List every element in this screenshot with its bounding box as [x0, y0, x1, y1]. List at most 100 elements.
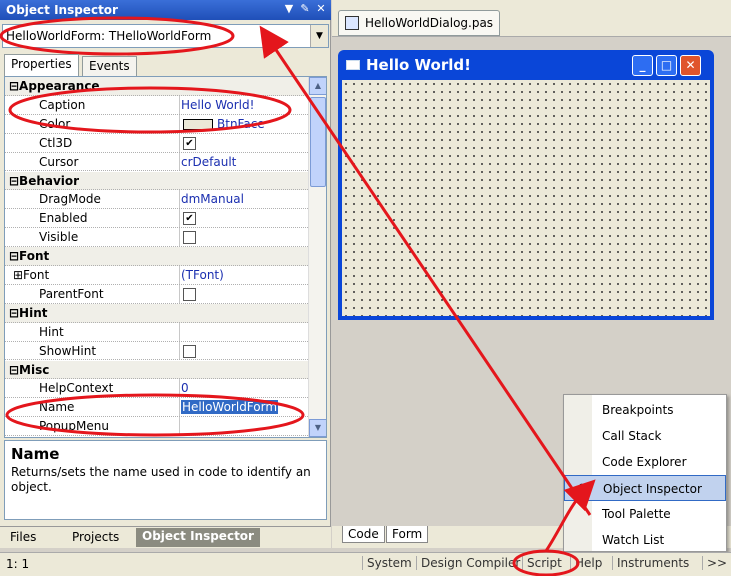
property-name: Enabled — [39, 211, 88, 226]
menu-item[interactable]: Tool Palette — [564, 501, 726, 527]
property-value[interactable]: Hello World! — [181, 98, 254, 112]
scroll-up-icon[interactable]: ▲ — [309, 77, 326, 95]
property-category[interactable]: ⊟Behavior — [5, 171, 308, 191]
chevron-down-icon[interactable]: ▼ — [310, 25, 328, 47]
menu-item[interactable]: Code Explorer — [564, 449, 726, 475]
menu-item-label: Tool Palette — [602, 507, 671, 521]
property-row[interactable]: Ctl3D ✔ — [5, 133, 308, 153]
column-divider — [179, 379, 180, 398]
property-name: PopupMenu — [39, 419, 109, 434]
column-divider — [179, 133, 180, 152]
property-row[interactable]: Enabled ✔ — [5, 209, 308, 229]
property-row[interactable]: Visible — [5, 228, 308, 248]
tab-files[interactable]: Files — [4, 529, 42, 545]
menu-item-label: Watch List — [602, 533, 665, 547]
file-tab[interactable]: HelloWorldDialog.pas — [338, 10, 501, 36]
property-name: Cursor — [39, 154, 79, 169]
property-row[interactable]: Cursor crDefault — [5, 152, 308, 172]
property-checkbox[interactable] — [183, 287, 196, 301]
column-divider — [179, 322, 180, 341]
category-label: ⊟Misc — [9, 362, 50, 377]
category-label: ⊟Font — [9, 249, 50, 264]
help-title: Name — [11, 445, 60, 463]
column-divider — [179, 190, 180, 209]
status-help-button[interactable]: Help — [570, 556, 606, 570]
pin-icon[interactable]: ✎ — [298, 2, 312, 16]
property-row[interactable]: Name HelloWorldForm — [5, 398, 308, 418]
property-name: Ctl3D — [39, 135, 73, 150]
property-row[interactable]: ParentFont — [5, 284, 308, 304]
property-name: Hint — [39, 324, 64, 339]
property-checkbox[interactable] — [183, 231, 196, 245]
property-row[interactable]: Caption Hello World! — [5, 95, 308, 115]
menu-item-label: Code Explorer — [602, 455, 687, 469]
scrollbar-thumb[interactable] — [310, 97, 326, 187]
tab-properties[interactable]: Properties — [4, 54, 79, 76]
component-selector[interactable]: HelloWorldForm: THelloWorldForm ▼ — [2, 24, 329, 48]
status-more-button[interactable]: >> — [702, 556, 731, 570]
column-divider — [179, 398, 180, 417]
minimize-icon[interactable]: _ — [632, 55, 653, 76]
tab-code[interactable]: Code — [342, 526, 385, 543]
status-system-button[interactable]: System — [362, 556, 416, 570]
column-divider — [179, 266, 180, 284]
status-bar: 1: 1 System Design Compiler Script Help … — [0, 552, 731, 576]
view-menu: Breakpoints Call Stack Code Explorer ✔ Objec… — [563, 394, 727, 552]
property-checkbox[interactable]: ✔ — [183, 136, 196, 150]
file-tab-label: HelloWorldDialog.pas — [365, 16, 494, 30]
category-label: ⊟Behavior — [9, 173, 80, 188]
property-category[interactable]: ⊟Misc — [5, 360, 308, 380]
property-grid: ⊟Appearance Caption Hello World! Color BtnFa… — [4, 76, 327, 438]
property-row[interactable]: Hint — [5, 322, 308, 342]
tab-form[interactable]: Form — [386, 526, 429, 543]
property-name: HelpContext — [39, 381, 114, 396]
property-row[interactable]: DragMode dmManual — [5, 190, 308, 210]
status-design-compiler-button[interactable]: Design Compiler — [416, 556, 524, 570]
property-name: ParentFont — [39, 286, 104, 301]
property-name: ShowHint — [39, 343, 97, 358]
column-divider — [179, 152, 180, 171]
column-divider — [179, 284, 180, 303]
close-icon[interactable]: ✕ — [680, 55, 701, 76]
property-value[interactable]: (TFont) — [181, 268, 224, 282]
column-divider — [179, 341, 180, 360]
menu-item-label: Call Stack — [602, 429, 662, 443]
menu-item[interactable]: Call Stack — [564, 423, 726, 449]
property-row[interactable]: ShowHint — [5, 341, 308, 361]
property-help-box: Name Returns/sets the name used in code … — [4, 440, 327, 520]
property-value[interactable]: 0 — [181, 381, 189, 395]
tab-projects[interactable]: Projects — [66, 529, 125, 545]
property-row[interactable]: PopupMenu — [5, 417, 308, 437]
property-row[interactable]: ⊞Font (TFont) — [5, 266, 308, 285]
property-value[interactable]: BtnFace — [217, 117, 265, 131]
property-checkbox[interactable]: ✔ — [183, 212, 196, 226]
tab-events[interactable]: Events — [82, 56, 137, 76]
scroll-down-icon[interactable]: ▼ — [309, 419, 326, 437]
menu-item[interactable]: Breakpoints — [564, 397, 726, 423]
close-icon[interactable]: ✕ — [314, 2, 328, 16]
form-client-area[interactable] — [342, 80, 710, 316]
dropdown-icon[interactable]: ▼ — [282, 2, 296, 16]
property-category[interactable]: ⊟Font — [5, 247, 308, 266]
property-value[interactable]: crDefault — [181, 155, 236, 169]
column-divider — [179, 209, 180, 228]
property-category[interactable]: ⊟Appearance — [5, 77, 308, 96]
menu-item[interactable]: Watch List — [564, 527, 726, 553]
status-script-button[interactable]: Script — [522, 556, 566, 570]
window-icon — [346, 60, 360, 70]
property-checkbox[interactable] — [183, 344, 196, 358]
status-instruments-button[interactable]: Instruments — [612, 556, 693, 570]
panel-bottom-tabs: Files Projects Object Inspector — [0, 526, 331, 548]
property-row[interactable]: HelpContext 0 — [5, 379, 308, 399]
property-value[interactable]: HelloWorldForm — [181, 400, 279, 415]
tab-object-inspector[interactable]: Object Inspector — [136, 528, 260, 547]
property-category[interactable]: ⊟Hint — [5, 303, 308, 323]
property-name: DragMode — [39, 192, 101, 207]
property-row[interactable]: Color BtnFace — [5, 114, 308, 134]
hello-world-form-window[interactable]: Hello World! _ □ ✕ — [338, 50, 714, 320]
property-grid-scrollbar[interactable]: ▲ ▼ — [308, 77, 326, 437]
object-inspector-panel: Object Inspector ▼ ✎ ✕ HelloWorldForm: T… — [0, 0, 331, 548]
maximize-icon[interactable]: □ — [656, 55, 677, 76]
menu-item[interactable]: ✔ Object Inspector — [564, 475, 726, 501]
property-value[interactable]: dmManual — [181, 192, 244, 206]
